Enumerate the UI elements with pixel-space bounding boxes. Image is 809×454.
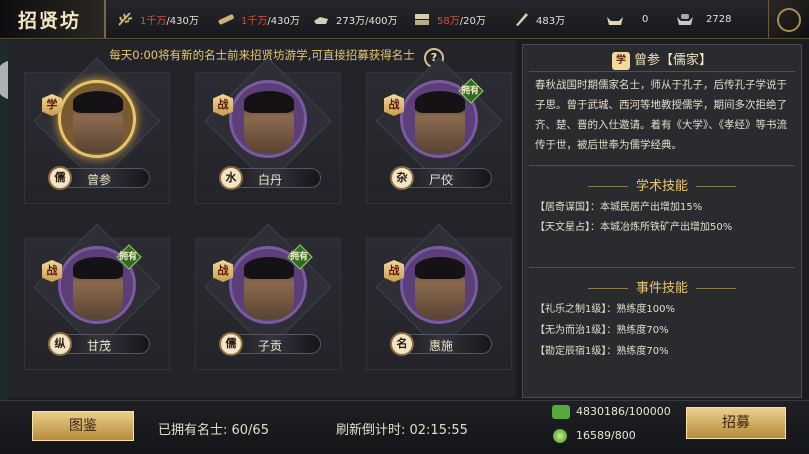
iron-icon — [312, 11, 330, 27]
school-badge: 纵 — [48, 332, 72, 356]
portrait — [229, 80, 307, 158]
resource-gold-ingot: 0 — [606, 10, 648, 28]
school-badge: 儒 — [219, 332, 243, 356]
scholar-card[interactable]: 战拥有 甘茂纵 — [24, 223, 170, 370]
resource-iron: 273万/400万 — [312, 10, 398, 28]
recruit-button[interactable]: 招募 — [686, 407, 786, 439]
owned-tag: 拥有 — [116, 244, 142, 270]
scholar-card[interactable]: 学曾参儒 — [24, 57, 170, 204]
academic-skills-title: 学术技能 — [523, 175, 801, 194]
owned-tag: 拥有 — [458, 78, 484, 104]
academic-skill-2: 【天文星占】：本城冶炼所铁矿产出增加50% — [535, 222, 733, 233]
detail-title: 学曾参【儒家】 — [523, 49, 801, 70]
top-bar: 招贤坊 1千万/430万 1千万/430万 273万/400万 58万/20万 … — [0, 0, 809, 39]
detail-panel: 学曾参【儒家】 春秋战国时期儒家名士，师从于孔子，后传孔子学说于子思。曾于武城、… — [522, 44, 802, 398]
stone-icon — [413, 11, 431, 27]
detail-title-text: 曾参【儒家】 — [633, 53, 712, 68]
jade-icon — [552, 405, 570, 419]
silver-ingot-icon — [676, 11, 694, 27]
academic-skill-1: 【居奇谋国】：本城民居产出增加15% — [535, 202, 703, 213]
page-title: 招贤坊 — [18, 10, 82, 32]
wood-icon — [217, 11, 235, 27]
scholar-card[interactable]: 战拥有 子贡儒 — [195, 223, 341, 370]
role-badge: 战 — [384, 94, 404, 116]
resource-wood: 1千万/430万 — [217, 10, 300, 28]
divider — [529, 165, 795, 166]
catalog-button[interactable]: 图鉴 — [32, 411, 134, 441]
owned-count: 已拥有名士: 60/65 — [158, 423, 269, 438]
scholar-card[interactable]: 战白丹水 — [195, 57, 341, 204]
jade-cost: 4830186/100000 — [576, 405, 671, 418]
owned-label: 拥有 — [118, 252, 137, 262]
title-plate: 招贤坊 — [0, 0, 106, 38]
grain-icon — [116, 11, 134, 27]
portrait — [58, 80, 136, 158]
detail-badge: 学 — [611, 51, 630, 70]
divider — [529, 267, 795, 268]
resource-decree: 483万 — [512, 10, 565, 28]
school-badge: 杂 — [390, 166, 414, 190]
divider — [529, 71, 795, 72]
owned-label: 拥有 — [460, 86, 479, 96]
close-button[interactable] — [768, 0, 809, 38]
orb-cost: 16589/800 — [576, 429, 636, 442]
refresh-countdown: 刷新倒计时: 02:15:55 — [336, 423, 468, 438]
scholar-card[interactable]: 战惠施名 — [366, 223, 512, 370]
owned-label: 拥有 — [289, 252, 308, 262]
school-badge: 名 — [390, 332, 414, 356]
role-badge: 战 — [384, 260, 404, 282]
scholar-card[interactable]: 战拥有 尸佼杂 — [366, 57, 512, 204]
detail-bio: 春秋战国时期儒家名士，师从于孔子，后传孔子学说于子思。曾于武城、西河等地教授儒学… — [535, 79, 787, 151]
event-skill-1: 【礼乐之制1级】：熟练度100% — [535, 304, 675, 315]
orb-icon — [553, 429, 567, 443]
bottom-bar: 图鉴 已拥有名士: 60/65 刷新倒计时: 02:15:55 4830186/… — [0, 400, 809, 454]
resource-stone: 58万/20万 — [413, 10, 486, 28]
role-badge: 战 — [213, 94, 233, 116]
portrait — [400, 246, 478, 324]
resource-grain: 1千万/430万 — [116, 10, 199, 28]
gold-ingot-icon — [606, 11, 624, 27]
resource-silver-ingot: 2728 — [676, 10, 731, 28]
decree-icon — [512, 11, 530, 27]
role-badge: 战 — [42, 260, 62, 282]
owned-tag: 拥有 — [287, 244, 313, 270]
role-badge: 学 — [42, 94, 62, 116]
school-badge: 儒 — [48, 166, 72, 190]
event-skills-title: 事件技能 — [523, 277, 801, 296]
school-badge: 水 — [219, 166, 243, 190]
event-skill-2: 【无为而治1级】：熟练度70% — [535, 325, 669, 336]
event-skill-3: 【勘定辰宿1级】：熟练度70% — [535, 346, 669, 357]
role-badge: 战 — [213, 260, 233, 282]
